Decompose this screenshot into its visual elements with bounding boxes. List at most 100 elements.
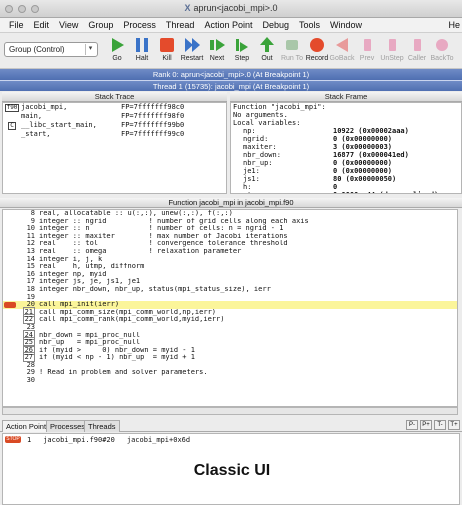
variable-value[interactable]: 0 (0x00000000) xyxy=(333,135,461,143)
source-line[interactable]: 30 xyxy=(3,376,457,385)
source-line[interactable]: 16 integer np, myid xyxy=(3,270,457,279)
menu-thread[interactable]: Thread xyxy=(161,20,200,30)
menu-debug[interactable]: Debug xyxy=(257,20,294,30)
backto-button[interactable]: BackTo xyxy=(429,36,455,68)
source-gutter[interactable] xyxy=(3,324,17,332)
variable-value[interactable]: 80 (0x00000050) xyxy=(333,175,461,183)
variable-row[interactable]: h: 0 xyxy=(231,183,461,191)
line-number[interactable]: 8 xyxy=(17,210,39,218)
variable-row[interactable]: je1: 0 (0x00000000) xyxy=(231,167,461,175)
menu-action-point[interactable]: Action Point xyxy=(199,20,257,30)
source-line[interactable]: 19 xyxy=(3,293,457,302)
variable-row[interactable]: nbr_up: 0 (0x00000000) xyxy=(231,159,461,167)
menu-edit[interactable]: Edit xyxy=(29,20,55,30)
variable-value[interactable]: 0 (0x00000000) xyxy=(333,159,461,167)
stack-trace-row[interactable]: f90 jacobi_mpi, FP=7fffffff98c0 xyxy=(3,103,226,112)
source-gutter[interactable] xyxy=(3,369,17,377)
record-button[interactable]: Record xyxy=(304,36,330,68)
out-button[interactable]: Out xyxy=(254,36,280,68)
l-button[interactable]: L xyxy=(454,36,462,68)
source-gutter[interactable] xyxy=(3,354,17,362)
source-line[interactable]: 26 if (myid > 0) nbr_down = myid - 1 xyxy=(3,344,457,355)
menu-tools[interactable]: Tools xyxy=(294,20,325,30)
source-gutter[interactable] xyxy=(3,240,17,248)
source-line[interactable]: 27 if (myid < np - 1) nbr_up = myid + 1 xyxy=(3,352,457,363)
source-horizontal-scrollbar[interactable] xyxy=(2,407,458,415)
variable-value[interactable]: 10922 (0x00002aaa) xyxy=(333,127,461,135)
menu-group[interactable]: Group xyxy=(83,20,118,30)
run-to-button[interactable]: Run To xyxy=(279,36,305,68)
tab-threads[interactable]: Threads xyxy=(84,420,120,432)
nav-p-prevnext-button[interactable]: P+ xyxy=(420,420,432,430)
stack-trace-row[interactable]: C __libc_start_main, FP=7fffffff99b0 xyxy=(3,121,226,130)
source-line[interactable]: 18 integer nbr_down, nbr_up, status(mpi_s… xyxy=(3,285,457,294)
source-gutter[interactable] xyxy=(3,286,17,294)
unstep-button[interactable]: UnStep xyxy=(379,36,405,68)
source-line[interactable]: 15 real h, utmp, diffnorm xyxy=(3,262,457,271)
stack-trace-row[interactable]: main, FP=7fffffff98f0 xyxy=(3,112,226,121)
source-gutter[interactable] xyxy=(3,332,17,340)
source-gutter[interactable] xyxy=(3,210,17,218)
source-line[interactable]: 29! Read in problem and solver parameter… xyxy=(3,369,457,377)
variable-value[interactable]: 0 (0x00000000) xyxy=(333,167,461,175)
source-line[interactable]: 11 integer :: maxiter ! max number of Jac… xyxy=(3,232,457,241)
menu-help[interactable]: He xyxy=(448,20,460,30)
source-gutter[interactable] xyxy=(3,278,17,286)
source-line[interactable]: 13 real :: omega ! relaxation parameter xyxy=(3,247,457,256)
source-gutter[interactable] xyxy=(3,218,17,226)
variable-value[interactable]: 0 0000e-44 (denormalized) xyxy=(333,191,461,193)
nav-t-prevnext-button[interactable]: T+ xyxy=(448,420,460,430)
source-line[interactable]: 21 call mpi_comm_size(mpi_comm_world,np,i… xyxy=(3,306,457,317)
variable-value[interactable]: 16877 (0x000041ed) xyxy=(333,151,461,159)
variable-row[interactable]: js1: 80 (0x00000050) xyxy=(231,175,461,183)
variable-value[interactable]: 0 xyxy=(333,183,461,191)
action-point-row[interactable]: STOP 1 jacobi_mpi.f90#20 jacobi_mpi+0x6d xyxy=(5,436,202,444)
kill-button[interactable]: Kill xyxy=(154,36,180,68)
line-number[interactable]: 30 xyxy=(17,376,39,385)
variable-row[interactable]: ngrid: 0 (0x00000000) xyxy=(231,135,461,143)
source-line[interactable]: 24 nbr_down = mpi_proc_null xyxy=(3,329,457,340)
source-line[interactable]: 28 xyxy=(3,361,457,370)
source-line[interactable]: 17 integer js, je, js1, je1 xyxy=(3,278,457,286)
next-button[interactable]: Next xyxy=(204,36,230,68)
source-line[interactable]: 8 real, allocatable :: u(:,:), unew(:,:),… xyxy=(3,210,457,218)
tab-processes[interactable]: Processes xyxy=(46,420,90,432)
variable-row[interactable]: maxiter: 3 (0x00000003) xyxy=(231,143,461,151)
caller-button[interactable]: Caller xyxy=(404,36,430,68)
step-button[interactable]: Step xyxy=(229,36,255,68)
restart-button[interactable]: Restart xyxy=(179,36,205,68)
menu-file[interactable]: File xyxy=(4,20,29,30)
goback-button[interactable]: GoBack xyxy=(329,36,355,68)
nav-t-prev-button[interactable]: T- xyxy=(434,420,446,430)
current-source-line[interactable]: 20 call mpi_init(ierr) xyxy=(3,300,457,309)
source-line[interactable]: 14 integer i, j, k xyxy=(3,255,457,264)
source-line[interactable]: 9 integer :: ngrid ! number of grid cells… xyxy=(3,217,457,226)
source-gutter[interactable] xyxy=(3,294,17,302)
source-gutter[interactable] xyxy=(3,263,17,271)
variable-row[interactable]: utmp:0 0000e-44 (denormalized) xyxy=(231,191,461,193)
source-line[interactable]: 22 call mpi_comm_rank(mpi_comm_world,myid… xyxy=(3,314,457,325)
menu-window[interactable]: Window xyxy=(325,20,367,30)
source-gutter[interactable] xyxy=(3,225,17,233)
source-gutter[interactable] xyxy=(3,233,17,241)
prev-button[interactable]: Prev xyxy=(354,36,380,68)
group-select[interactable]: Group (Control) ▾ xyxy=(4,42,98,57)
variable-row[interactable]: nbr_down: 16877 (0x000041ed) xyxy=(231,151,461,159)
variable-value[interactable]: 3 (0x00000003) xyxy=(333,143,461,151)
menu-process[interactable]: Process xyxy=(118,20,161,30)
source-gutter[interactable] xyxy=(3,316,17,324)
source-gutter[interactable] xyxy=(3,271,17,279)
variable-row[interactable]: np: 10922 (0x00002aaa) xyxy=(231,127,461,135)
source-gutter[interactable] xyxy=(3,301,17,309)
stack-trace-row[interactable]: _start, FP=7fffffff99c0 xyxy=(3,130,226,139)
menu-view[interactable]: View xyxy=(54,20,83,30)
source-gutter[interactable] xyxy=(3,347,17,355)
source-gutter[interactable] xyxy=(3,309,17,317)
go-button[interactable]: Go xyxy=(104,36,130,68)
source-line[interactable]: 12 real :: tol ! convergence tolerance th… xyxy=(3,240,457,248)
source-gutter[interactable] xyxy=(3,339,17,347)
source-gutter[interactable] xyxy=(3,377,17,385)
nav-p-prev-button[interactable]: P- xyxy=(406,420,418,430)
breakpoint-stop-icon[interactable] xyxy=(4,302,16,309)
source-gutter[interactable] xyxy=(3,248,17,256)
